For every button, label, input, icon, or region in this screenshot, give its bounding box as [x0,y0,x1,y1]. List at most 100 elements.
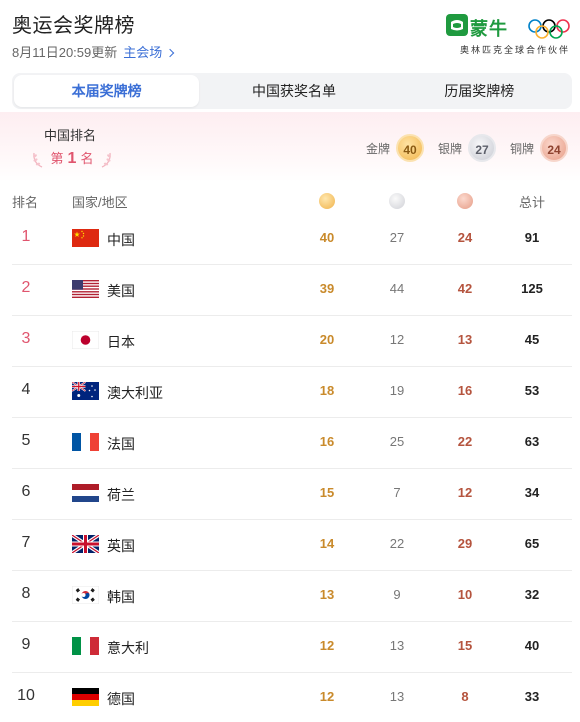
row-country: 意大利 [107,640,149,656]
gold-summary: 金牌 40 [366,132,425,164]
row-rank: 4 [21,381,31,398]
row-country: 英国 [107,538,135,554]
silver-summary: 银牌 27 [438,132,497,164]
row-bronze: 15 [457,638,473,653]
row-total: 34 [524,485,540,500]
row-total: 53 [524,383,540,398]
row-silver: 7 [393,485,401,500]
flag-uk-icon [72,535,99,553]
row-silver: 13 [389,689,405,704]
flag-netherlands-icon [72,484,99,502]
flag-france-icon [72,433,99,451]
tab-current-medal-table[interactable]: 本届奖牌榜 [14,75,200,107]
row-gold: 14 [319,536,335,551]
flag-usa-icon [72,280,99,298]
sponsor-brand: 蒙牛 奥林匹克全球合作伙伴 [446,14,574,60]
row-bronze: 29 [457,536,473,551]
row-silver: 12 [389,332,405,347]
row-country: 德国 [107,691,135,707]
table-row[interactable]: 10 德国 12 13 8 33 [0,673,580,722]
row-gold: 18 [319,383,335,398]
row-gold: 15 [319,485,335,500]
rank-number: 1 [67,150,77,167]
update-line: 8月11日20:59更新 主会场 [12,42,175,61]
row-country: 韩国 [107,589,135,605]
row-rank: 6 [21,483,31,500]
row-gold: 16 [319,434,335,449]
mengniu-logo-icon [446,14,468,36]
bronze-label: 铜牌 [510,141,535,156]
row-bronze: 16 [457,383,473,398]
bronze-summary: 铜牌 24 [510,132,569,164]
row-total: 65 [524,536,540,551]
rank-suffix: 名 [80,151,94,166]
row-total: 91 [524,230,540,245]
header: 奥运会奖牌榜 8月11日20:59更新 主会场 蒙牛 奥林匹克全球合作伙伴 [0,0,580,68]
row-country: 荷兰 [107,487,135,503]
flag-korea-icon [72,586,99,604]
row-total: 32 [524,587,540,602]
row-rank: 5 [21,432,31,449]
row-bronze: 24 [457,230,473,245]
row-silver: 9 [393,587,401,602]
row-gold: 13 [319,587,335,602]
row-bronze: 42 [457,281,473,296]
row-total: 63 [524,434,540,449]
row-total: 125 [521,281,543,296]
sponsor-name: 蒙牛 [470,19,508,39]
china-rank-card: 中国排名 第1名 金牌 40 银牌 27 铜牌 24 [0,112,580,182]
row-silver: 19 [389,383,405,398]
row-bronze: 8 [461,689,469,704]
silver-medal-count: 27 [468,134,497,162]
tab-china-winners[interactable]: 中国获奖名单 [201,73,386,109]
venue-link[interactable]: 主会场 [123,45,175,60]
row-rank: 8 [21,585,31,602]
page-title: 奥运会奖牌榜 [12,15,135,37]
flag-china-icon [72,229,99,247]
row-gold: 12 [319,689,335,704]
tab-bar: 本届奖牌榜 中国获奖名单 历届奖牌榜 [12,73,572,109]
row-silver: 44 [389,281,405,296]
row-rank: 2 [21,279,31,296]
silver-medal-icon [389,193,405,209]
tab-historical-medal-table[interactable]: 历届奖牌榜 [387,73,572,109]
table-row[interactable]: 1 中国 40 27 24 91 [0,214,580,265]
olympic-rings-icon [528,19,570,39]
row-country: 法国 [107,436,135,452]
row-total: 33 [524,689,540,704]
gold-medal-icon [319,193,335,209]
table-row[interactable]: 6 荷兰 15 7 12 34 [0,469,580,520]
row-country: 日本 [107,334,135,350]
table-row[interactable]: 4 澳大利亚 18 19 16 53 [0,367,580,418]
col-total: 总计 [519,195,546,210]
row-rank: 1 [21,228,31,245]
table-row[interactable]: 3 日本 20 12 13 45 [0,316,580,367]
row-rank: 10 [17,687,35,704]
col-rank: 排名 [12,195,39,210]
row-bronze: 12 [457,485,473,500]
venue-link-label: 主会场 [123,45,163,60]
row-total: 45 [524,332,540,347]
flag-australia-icon [72,382,99,400]
sponsor-slogan: 奥林匹克全球合作伙伴 [459,45,570,55]
row-rank: 3 [21,330,31,347]
table-row[interactable]: 9 意大利 12 13 15 40 [0,622,580,673]
row-gold: 39 [319,281,335,296]
row-bronze: 22 [457,434,473,449]
row-gold: 40 [319,230,335,245]
row-silver: 25 [389,434,405,449]
row-rank: 7 [21,534,31,551]
bronze-medal-icon [457,193,473,209]
table-row[interactable]: 5 法国 16 25 22 63 [0,418,580,469]
silver-label: 银牌 [438,141,463,156]
flag-germany-icon [72,688,99,706]
laurel-right-icon [101,152,111,168]
row-total: 40 [524,638,540,653]
table-row[interactable]: 2 美国 39 44 42 125 [0,265,580,316]
row-country: 美国 [107,283,135,299]
row-gold: 12 [319,638,335,653]
table-row[interactable]: 8 韩国 13 9 10 32 [0,571,580,622]
flag-japan-icon [72,331,99,349]
row-gold: 20 [319,332,335,347]
table-row[interactable]: 7 英国 14 22 29 65 [0,520,580,571]
